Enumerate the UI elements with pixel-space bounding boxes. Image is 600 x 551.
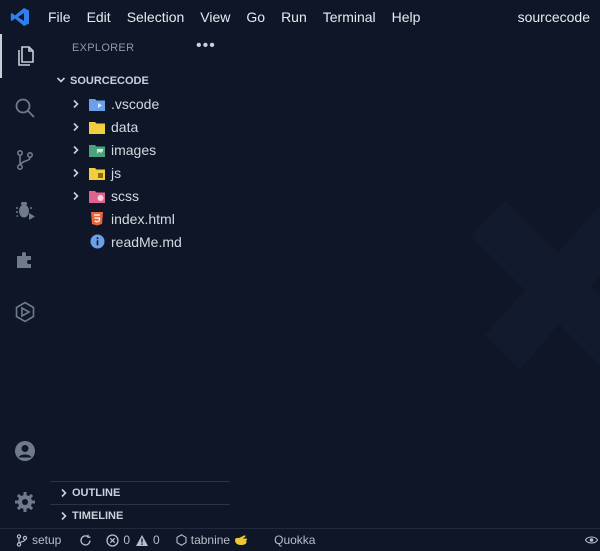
menu-edit[interactable]: Edit xyxy=(79,0,119,34)
sync-button[interactable] xyxy=(79,529,92,551)
tree-item-js[interactable]: js xyxy=(50,161,230,184)
menu-terminal[interactable]: Terminal xyxy=(315,0,384,34)
menu-file[interactable]: File xyxy=(40,0,79,34)
tree-item-label: .vscode xyxy=(111,95,160,112)
branch-status[interactable]: setup xyxy=(16,529,61,551)
chevron-right-icon xyxy=(68,168,84,178)
chevron-down-icon xyxy=(56,75,70,88)
menu-run[interactable]: Run xyxy=(273,0,315,34)
account-icon[interactable] xyxy=(0,429,50,473)
menu-selection[interactable]: Selection xyxy=(119,0,193,34)
explorer-icon[interactable] xyxy=(0,34,50,78)
tree-item-data[interactable]: data xyxy=(50,115,230,138)
images-folder-icon xyxy=(88,142,106,158)
quokka-icon[interactable] xyxy=(0,290,50,334)
chevron-right-icon xyxy=(68,191,84,201)
tree-item-label: js xyxy=(111,164,122,181)
folder-icon xyxy=(88,119,106,135)
chevron-right-icon xyxy=(56,511,72,521)
chevron-right-icon xyxy=(68,122,84,132)
tabnine-label: tabnine xyxy=(190,533,231,547)
quokka-status[interactable]: Quokka xyxy=(270,529,315,551)
tree-item-scss[interactable]: scss xyxy=(50,184,230,207)
explorer-title: EXPLORER xyxy=(72,42,135,54)
sync-icon xyxy=(80,534,92,546)
tree-item-images[interactable]: images xyxy=(50,138,230,161)
timeline-section[interactable]: TIMELINE xyxy=(50,504,230,527)
branch-name: setup xyxy=(32,533,62,547)
tree-item-readme[interactable]: readMe.md xyxy=(50,230,230,253)
tree-item-label: images xyxy=(111,141,157,158)
workspace-folder-header[interactable]: SOURCECODE xyxy=(56,71,149,91)
error-count: 0 xyxy=(123,533,131,547)
menu-go[interactable]: Go xyxy=(238,0,273,34)
tree-item-label: data xyxy=(111,118,139,135)
branch-icon xyxy=(16,533,28,547)
tree-item-index-html[interactable]: index.html xyxy=(50,207,230,230)
eye-icon xyxy=(585,536,598,544)
quokka-label: Quokka xyxy=(274,533,316,547)
tree-item-vscode[interactable]: .vscode xyxy=(50,92,230,115)
status-bar: setup 0 0 tabnine Quokka xyxy=(0,528,600,551)
workspace-folder-name: SOURCECODE xyxy=(70,75,149,87)
chevron-right-icon xyxy=(68,99,84,109)
more-actions-button[interactable]: ••• xyxy=(196,37,216,55)
title-bar: File Edit Selection View Go Run Terminal… xyxy=(0,0,600,34)
activity-bar xyxy=(0,34,50,528)
error-icon xyxy=(106,533,120,547)
tabnine-icon xyxy=(176,534,187,546)
chevron-right-icon xyxy=(56,488,72,498)
search-icon[interactable] xyxy=(0,86,50,130)
timeline-label: TIMELINE xyxy=(72,510,124,522)
source-control-icon[interactable] xyxy=(0,138,50,182)
run-debug-icon[interactable] xyxy=(0,188,50,232)
js-folder-icon xyxy=(88,165,106,181)
outline-label: OUTLINE xyxy=(72,487,121,499)
editor-watermark-logo xyxy=(460,195,600,375)
html-file-icon xyxy=(88,211,106,227)
menu-help[interactable]: Help xyxy=(384,0,429,34)
warning-icon xyxy=(136,534,149,546)
tabnine-status[interactable]: tabnine xyxy=(176,529,248,551)
preview-button[interactable] xyxy=(585,529,598,551)
tree-item-label: readMe.md xyxy=(111,233,182,250)
tree-item-label: index.html xyxy=(111,210,175,227)
tree-item-label: scss xyxy=(111,187,139,204)
vscode-folder-icon xyxy=(88,96,106,112)
explorer-sidebar: EXPLORER ••• SOURCECODE .vscode data ima… xyxy=(50,34,230,528)
problems-status[interactable]: 0 0 xyxy=(106,529,160,551)
outline-section[interactable]: OUTLINE xyxy=(50,481,230,504)
window-title: sourcecode xyxy=(517,9,590,25)
file-tree: .vscode data images js scss index.html r… xyxy=(50,92,230,253)
hand-icon xyxy=(235,535,248,545)
chevron-right-icon xyxy=(68,145,84,155)
extensions-icon[interactable] xyxy=(0,238,50,282)
menu-bar: File Edit Selection View Go Run Terminal… xyxy=(40,0,428,34)
info-file-icon xyxy=(88,234,106,250)
menu-view[interactable]: View xyxy=(192,0,238,34)
warning-count: 0 xyxy=(153,533,160,547)
vscode-logo-icon xyxy=(0,0,40,34)
scss-folder-icon xyxy=(88,188,106,204)
gear-icon[interactable] xyxy=(0,480,50,524)
